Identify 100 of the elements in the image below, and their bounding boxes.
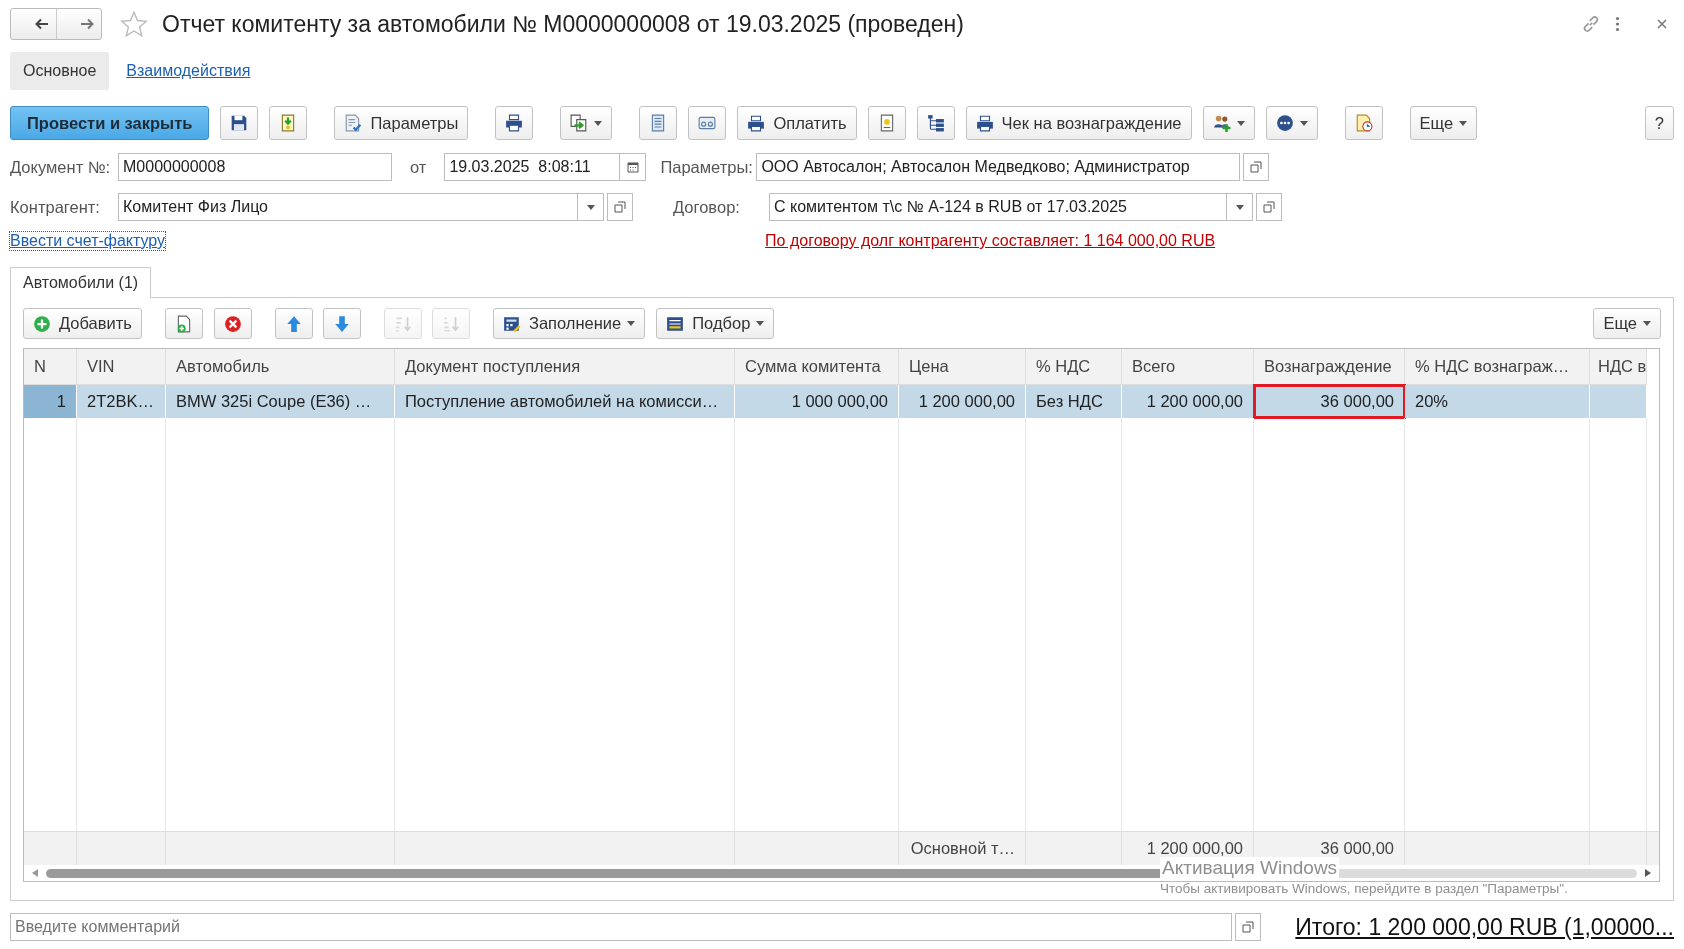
column-header[interactable]: Цена <box>899 349 1026 385</box>
open-window-icon <box>614 201 626 213</box>
column-header[interactable]: % НДС <box>1026 349 1122 385</box>
dropdown-button[interactable] <box>578 193 604 221</box>
table-cell: 2T2BK… <box>77 385 166 418</box>
toolbar-button[interactable] <box>322 308 361 339</box>
toolbar-button[interactable]: Подбор <box>656 308 775 339</box>
activation-title: Активация Windows <box>1160 857 1340 879</box>
toolbar-button[interactable] <box>639 106 678 140</box>
column-header[interactable]: % НДС вознаграж… <box>1405 349 1590 385</box>
column-header[interactable]: Вознаграждение <box>1254 349 1405 385</box>
table-cell: 1 <box>24 385 77 418</box>
toolbar-button[interactable] <box>213 308 252 339</box>
toolbar-button[interactable] <box>1265 106 1318 140</box>
column-header[interactable]: Сумма комитента <box>735 349 899 385</box>
caret-icon <box>1235 204 1244 210</box>
tab[interactable]: Автомобили (1) <box>10 267 152 298</box>
calculator-icon <box>502 314 521 333</box>
toolbar-button[interactable] <box>1202 106 1255 140</box>
caret-icon <box>1459 120 1468 126</box>
toolbar-button[interactable] <box>867 106 906 140</box>
scroll-right-icon[interactable] <box>1645 869 1651 877</box>
document-check-icon <box>344 114 363 132</box>
open-button[interactable] <box>1235 913 1261 941</box>
open-button[interactable] <box>1243 153 1270 181</box>
toolbar-button[interactable]: Параметры <box>334 106 469 140</box>
dropdown-button[interactable] <box>1227 193 1253 221</box>
caret-icon <box>1299 120 1308 126</box>
total-cell: Основной т… <box>899 832 1026 865</box>
toolbar-button[interactable] <box>274 308 313 339</box>
contract-field[interactable]: С комитентом т\с № А-124 в RUB от 17.03.2025 <box>769 193 1227 221</box>
caret-icon <box>1236 120 1245 126</box>
calendar-button[interactable] <box>620 153 647 181</box>
caret-icon <box>627 321 636 326</box>
column-header[interactable]: Всего <box>1122 349 1254 385</box>
column-header[interactable]: VIN <box>77 349 166 385</box>
toolbar-button[interactable] <box>560 106 613 140</box>
invoice-link[interactable]: Ввести счет-фактуру <box>10 232 166 250</box>
table-cell: 1 200 000,00 <box>899 385 1026 418</box>
open-window-icon <box>1250 161 1263 173</box>
caret-icon <box>594 120 603 126</box>
field-label: от <box>410 157 427 177</box>
comment-field[interactable]: Введите комментарий <box>10 913 1232 941</box>
more-button[interactable]: Еще <box>1593 308 1661 339</box>
column-header[interactable]: НДС в <box>1590 349 1647 385</box>
field-label: Параметры: <box>660 157 754 177</box>
table-cell: 20% <box>1405 385 1590 418</box>
parameters-field[interactable]: ООО Автосалон; Автосалон Медведково; Администратор <box>756 153 1241 181</box>
sort-descending-icon <box>441 314 460 333</box>
printer-icon <box>505 114 524 132</box>
caret-icon <box>1643 321 1651 326</box>
card-list-icon <box>666 314 685 333</box>
open-window-icon <box>1242 921 1254 933</box>
link-icon[interactable] <box>1581 14 1601 34</box>
toolbar-button[interactable]: Заполнение <box>492 308 646 339</box>
help-button[interactable]: ? <box>1644 106 1674 140</box>
table-cell: 1 200 000,00 <box>1122 385 1254 418</box>
more-button[interactable]: Еще <box>1409 106 1478 140</box>
column-header[interactable]: Автомобиль <box>166 349 395 385</box>
table-cell: Поступление автомобилей на комисси… <box>395 385 735 418</box>
document-number-field[interactable]: М0000000008 <box>118 153 392 181</box>
toolbar-button[interactable]: Чек на вознаграждение <box>965 106 1192 140</box>
toolbar-button[interactable] <box>688 106 727 140</box>
debt-warning: По договору долг контрагенту составляет: 1 164 000,00 RUB <box>765 232 1216 250</box>
date-field[interactable]: 19.03.2025 8:08:11 <box>444 153 621 181</box>
counterparty-field[interactable]: Комитент Физ Лицо <box>118 193 578 221</box>
scroll-left-icon[interactable] <box>32 869 38 877</box>
toolbar-button[interactable] <box>269 106 308 140</box>
column-header[interactable]: Документ поступления <box>395 349 735 385</box>
toolbar-button[interactable]: Добавить <box>23 308 142 339</box>
table-cell: 1 000 000,00 <box>735 385 899 418</box>
column-header[interactable]: N <box>24 349 77 385</box>
activation-message: Чтобы активировать Windows, перейдите в раздел "Параметры". <box>1160 881 1568 896</box>
toolbar-button[interactable] <box>495 106 534 140</box>
tab[interactable]: Основное <box>10 52 110 90</box>
delete-icon <box>223 314 242 333</box>
toolbar-button[interactable]: Оплатить <box>737 106 857 140</box>
field-label: Контрагент: <box>10 197 101 217</box>
favorite-star-icon[interactable] <box>120 10 148 38</box>
table-cell: BMW 325i Coupe (E36) … <box>166 385 395 418</box>
plus-circle-icon <box>33 314 51 333</box>
arrow-left-icon <box>33 16 50 32</box>
toolbar-button[interactable] <box>220 106 259 140</box>
more-menu-icon[interactable] <box>1615 16 1620 32</box>
close-icon[interactable] <box>1656 18 1668 30</box>
open-window-icon <box>1263 201 1275 213</box>
cassette-icon <box>698 114 717 132</box>
post-and-close-button[interactable]: Провести и закрыть <box>10 106 210 140</box>
tab[interactable]: Взаимодействия <box>113 52 264 90</box>
caret-icon <box>586 204 595 210</box>
sort-ascending-icon <box>393 314 412 333</box>
table-cell: 36 000,00 <box>1254 385 1405 418</box>
table-row[interactable]: 1 2T2BK… BMW 325i Coupe (E36) … Поступление автомобилей на комисси… 1 000 000,00 1 200 000,00 Без НДС 1 200 000,00 36 000,00 20% <box>24 385 1659 418</box>
field-label: Договор: <box>673 197 741 217</box>
toolbar-button[interactable] <box>916 106 955 140</box>
total-link[interactable]: Итого: 1 200 000,00 RUB (1,00000... <box>1295 913 1674 941</box>
document-clock-icon <box>1354 114 1373 132</box>
calendar-icon <box>626 161 639 173</box>
toolbar-button[interactable] <box>164 308 203 339</box>
ellipsis-circle-icon <box>1275 114 1294 132</box>
